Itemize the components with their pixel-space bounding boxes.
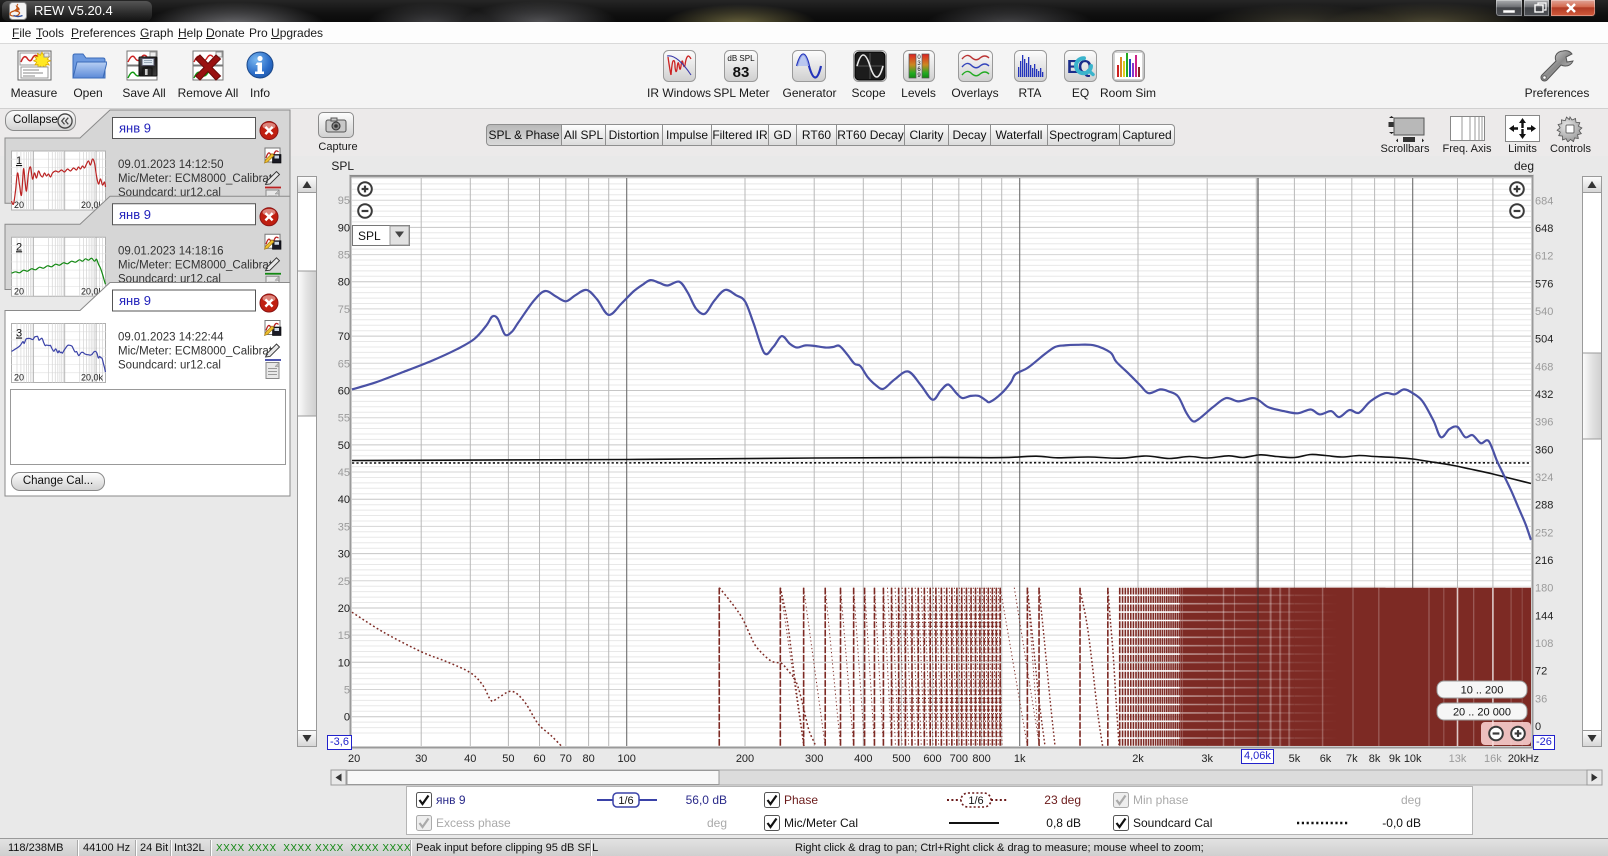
- svg-text:70: 70: [560, 753, 572, 765]
- svg-text:10: 10: [338, 657, 350, 669]
- svg-text:60: 60: [338, 386, 350, 398]
- svg-text:50: 50: [502, 753, 514, 765]
- svg-text:468: 468: [1535, 361, 1553, 373]
- svg-text:108: 108: [1535, 638, 1553, 650]
- svg-text:40: 40: [338, 494, 350, 506]
- svg-text:3k: 3k: [1201, 753, 1213, 765]
- svg-text:80: 80: [338, 277, 350, 289]
- svg-text:65: 65: [338, 358, 350, 370]
- svg-text:80: 80: [582, 753, 594, 765]
- svg-text:2k: 2k: [1132, 753, 1144, 765]
- svg-text:85: 85: [338, 250, 350, 262]
- svg-text:20 .. 20 000: 20 .. 20 000: [1453, 707, 1511, 719]
- svg-text:0: 0: [1535, 721, 1541, 733]
- svg-text:10k: 10k: [1404, 753, 1422, 765]
- svg-text:20kHz: 20kHz: [1508, 753, 1539, 765]
- svg-text:95: 95: [338, 195, 350, 207]
- svg-text:1k: 1k: [1014, 753, 1026, 765]
- svg-text:144: 144: [1535, 610, 1553, 622]
- svg-text:600: 600: [923, 753, 941, 765]
- svg-text:252: 252: [1535, 527, 1553, 539]
- svg-text:36: 36: [1535, 693, 1547, 705]
- svg-text:500: 500: [892, 753, 910, 765]
- svg-text:324: 324: [1535, 472, 1553, 484]
- svg-text:612: 612: [1535, 251, 1553, 263]
- svg-text:30: 30: [415, 753, 427, 765]
- svg-text:60: 60: [533, 753, 545, 765]
- svg-text:700: 700: [950, 753, 968, 765]
- svg-text:5k: 5k: [1289, 753, 1301, 765]
- svg-text:0: 0: [344, 712, 350, 724]
- svg-text:180: 180: [1535, 583, 1553, 595]
- svg-text:9k: 9k: [1389, 753, 1401, 765]
- svg-text:360: 360: [1535, 444, 1553, 456]
- svg-text:1/6: 1/6: [968, 795, 983, 807]
- svg-text:396: 396: [1535, 417, 1553, 429]
- svg-text:13k: 13k: [1449, 753, 1467, 765]
- svg-text:6k: 6k: [1320, 753, 1332, 765]
- svg-text:10 .. 200: 10 .. 200: [1461, 685, 1504, 697]
- svg-text:25: 25: [338, 576, 350, 588]
- svg-text:5: 5: [344, 685, 350, 697]
- svg-text:35: 35: [338, 521, 350, 533]
- svg-text:55: 55: [338, 413, 350, 425]
- svg-text:72: 72: [1535, 666, 1547, 678]
- svg-text:50: 50: [338, 440, 350, 452]
- svg-text:45: 45: [338, 467, 350, 479]
- svg-text:70: 70: [338, 331, 350, 343]
- svg-text:288: 288: [1535, 500, 1553, 512]
- svg-text:75: 75: [338, 304, 350, 316]
- svg-text:15: 15: [338, 630, 350, 642]
- svg-text:216: 216: [1535, 555, 1553, 567]
- svg-text:20: 20: [338, 603, 350, 615]
- svg-text:432: 432: [1535, 389, 1553, 401]
- svg-text:684: 684: [1535, 195, 1553, 207]
- svg-text:1/6: 1/6: [618, 795, 633, 807]
- svg-text:40: 40: [464, 753, 476, 765]
- svg-text:SPL: SPL: [358, 229, 381, 243]
- svg-text:400: 400: [854, 753, 872, 765]
- svg-text:800: 800: [972, 753, 990, 765]
- svg-text:16k: 16k: [1484, 753, 1502, 765]
- svg-text:30: 30: [338, 549, 350, 561]
- svg-text:90: 90: [338, 222, 350, 234]
- svg-text:100: 100: [618, 753, 636, 765]
- svg-text:300: 300: [805, 753, 823, 765]
- svg-text:7k: 7k: [1346, 753, 1358, 765]
- svg-text:504: 504: [1535, 334, 1553, 346]
- svg-text:576: 576: [1535, 278, 1553, 290]
- svg-text:20: 20: [348, 753, 360, 765]
- svg-text:200: 200: [736, 753, 754, 765]
- svg-text:648: 648: [1535, 223, 1553, 235]
- svg-text:8k: 8k: [1369, 753, 1381, 765]
- svg-text:540: 540: [1535, 306, 1553, 318]
